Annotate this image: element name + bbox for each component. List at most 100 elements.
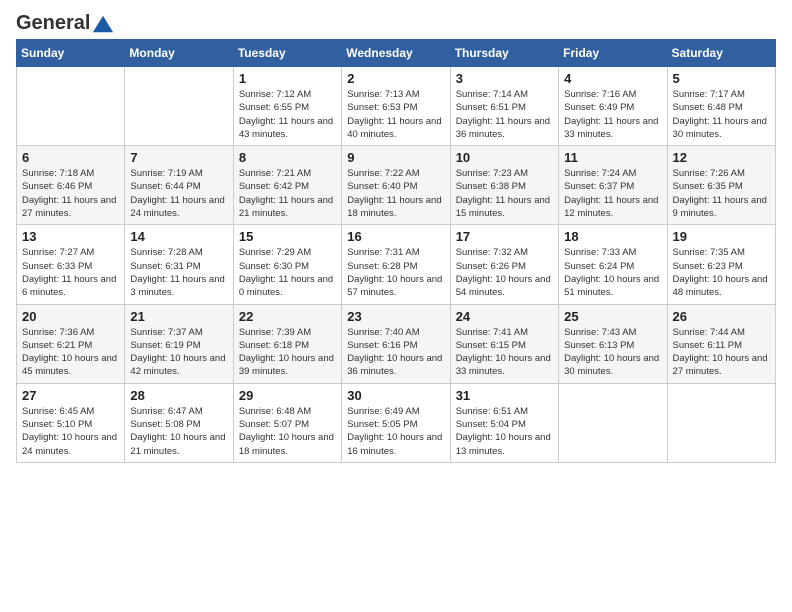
calendar-cell: 7 Sunrise: 7:19 AMSunset: 6:44 PMDaylight… [125,146,233,225]
day-number: 30 [347,388,444,403]
day-info: Sunrise: 7:17 AMSunset: 6:48 PMDaylight:… [673,88,770,141]
day-number: 24 [456,309,553,324]
day-info: Sunrise: 7:28 AMSunset: 6:31 PMDaylight:… [130,246,227,299]
day-number: 23 [347,309,444,324]
day-info: Sunrise: 6:47 AMSunset: 5:08 PMDaylight:… [130,405,227,458]
calendar-cell [559,383,667,462]
day-info: Sunrise: 7:44 AMSunset: 6:11 PMDaylight:… [673,326,770,379]
week-row-3: 13 Sunrise: 7:27 AMSunset: 6:33 PMDayligh… [17,225,776,304]
day-number: 29 [239,388,336,403]
day-number: 4 [564,71,661,86]
day-info: Sunrise: 7:14 AMSunset: 6:51 PMDaylight:… [456,88,553,141]
calendar: SundayMondayTuesdayWednesdayThursdayFrid… [16,39,776,463]
day-info: Sunrise: 7:22 AMSunset: 6:40 PMDaylight:… [347,167,444,220]
day-number: 10 [456,150,553,165]
calendar-cell: 29 Sunrise: 6:48 AMSunset: 5:07 PMDayligh… [233,383,341,462]
calendar-cell: 6 Sunrise: 7:18 AMSunset: 6:46 PMDaylight… [17,146,125,225]
day-info: Sunrise: 7:24 AMSunset: 6:37 PMDaylight:… [564,167,661,220]
day-info: Sunrise: 7:31 AMSunset: 6:28 PMDaylight:… [347,246,444,299]
weekday-header-row: SundayMondayTuesdayWednesdayThursdayFrid… [17,40,776,67]
day-number: 26 [673,309,770,324]
calendar-cell: 1 Sunrise: 7:12 AMSunset: 6:55 PMDaylight… [233,67,341,146]
day-number: 1 [239,71,336,86]
day-number: 8 [239,150,336,165]
day-number: 6 [22,150,119,165]
week-row-5: 27 Sunrise: 6:45 AMSunset: 5:10 PMDayligh… [17,383,776,462]
calendar-cell: 20 Sunrise: 7:36 AMSunset: 6:21 PMDayligh… [17,304,125,383]
day-number: 7 [130,150,227,165]
day-number: 17 [456,229,553,244]
day-info: Sunrise: 7:12 AMSunset: 6:55 PMDaylight:… [239,88,336,141]
calendar-cell [125,67,233,146]
calendar-cell: 9 Sunrise: 7:22 AMSunset: 6:40 PMDaylight… [342,146,450,225]
calendar-cell: 10 Sunrise: 7:23 AMSunset: 6:38 PMDayligh… [450,146,558,225]
day-number: 28 [130,388,227,403]
calendar-cell: 4 Sunrise: 7:16 AMSunset: 6:49 PMDaylight… [559,67,667,146]
day-number: 14 [130,229,227,244]
weekday-header-wednesday: Wednesday [342,40,450,67]
day-number: 31 [456,388,553,403]
day-info: Sunrise: 7:26 AMSunset: 6:35 PMDaylight:… [673,167,770,220]
calendar-cell: 16 Sunrise: 7:31 AMSunset: 6:28 PMDayligh… [342,225,450,304]
day-info: Sunrise: 6:48 AMSunset: 5:07 PMDaylight:… [239,405,336,458]
logo-general-text: General [16,12,90,35]
logo-triangle [92,13,114,35]
day-number: 2 [347,71,444,86]
day-number: 13 [22,229,119,244]
calendar-cell: 26 Sunrise: 7:44 AMSunset: 6:11 PMDayligh… [667,304,775,383]
weekday-header-thursday: Thursday [450,40,558,67]
week-row-1: 1 Sunrise: 7:12 AMSunset: 6:55 PMDaylight… [17,67,776,146]
calendar-cell: 13 Sunrise: 7:27 AMSunset: 6:33 PMDayligh… [17,225,125,304]
day-number: 12 [673,150,770,165]
calendar-cell: 15 Sunrise: 7:29 AMSunset: 6:30 PMDayligh… [233,225,341,304]
day-info: Sunrise: 7:40 AMSunset: 6:16 PMDaylight:… [347,326,444,379]
calendar-cell [17,67,125,146]
calendar-cell [667,383,775,462]
day-info: Sunrise: 7:16 AMSunset: 6:49 PMDaylight:… [564,88,661,141]
calendar-cell: 12 Sunrise: 7:26 AMSunset: 6:35 PMDayligh… [667,146,775,225]
calendar-cell: 22 Sunrise: 7:39 AMSunset: 6:18 PMDayligh… [233,304,341,383]
day-info: Sunrise: 7:19 AMSunset: 6:44 PMDaylight:… [130,167,227,220]
calendar-cell: 14 Sunrise: 7:28 AMSunset: 6:31 PMDayligh… [125,225,233,304]
calendar-cell: 19 Sunrise: 7:35 AMSunset: 6:23 PMDayligh… [667,225,775,304]
day-info: Sunrise: 6:45 AMSunset: 5:10 PMDaylight:… [22,405,119,458]
calendar-cell: 2 Sunrise: 7:13 AMSunset: 6:53 PMDaylight… [342,67,450,146]
day-info: Sunrise: 7:37 AMSunset: 6:19 PMDaylight:… [130,326,227,379]
calendar-cell: 31Sunrise: 6:51 AMSunset: 5:04 PMDayligh… [450,383,558,462]
day-number: 16 [347,229,444,244]
day-info: Sunrise: 7:29 AMSunset: 6:30 PMDaylight:… [239,246,336,299]
day-info: Sunrise: 7:39 AMSunset: 6:18 PMDaylight:… [239,326,336,379]
day-number: 11 [564,150,661,165]
calendar-cell: 30 Sunrise: 6:49 AMSunset: 5:05 PMDayligh… [342,383,450,462]
day-info: Sunrise: 7:13 AMSunset: 6:53 PMDaylight:… [347,88,444,141]
day-number: 9 [347,150,444,165]
day-number: 22 [239,309,336,324]
day-info: Sunrise: 7:21 AMSunset: 6:42 PMDaylight:… [239,167,336,220]
calendar-cell: 11 Sunrise: 7:24 AMSunset: 6:37 PMDayligh… [559,146,667,225]
day-info: Sunrise: 7:18 AMSunset: 6:46 PMDaylight:… [22,167,119,220]
day-number: 15 [239,229,336,244]
day-info: Sunrise: 7:23 AMSunset: 6:38 PMDaylight:… [456,167,553,220]
day-info: Sunrise: 7:33 AMSunset: 6:24 PMDaylight:… [564,246,661,299]
calendar-cell: 5Sunrise: 7:17 AMSunset: 6:48 PMDaylight… [667,67,775,146]
day-number: 21 [130,309,227,324]
day-info: Sunrise: 7:27 AMSunset: 6:33 PMDaylight:… [22,246,119,299]
day-number: 3 [456,71,553,86]
week-row-2: 6 Sunrise: 7:18 AMSunset: 6:46 PMDaylight… [17,146,776,225]
day-info: Sunrise: 7:35 AMSunset: 6:23 PMDaylight:… [673,246,770,299]
weekday-header-monday: Monday [125,40,233,67]
page-header: General [16,16,776,31]
day-number: 20 [22,309,119,324]
weekday-header-saturday: Saturday [667,40,775,67]
weekday-header-tuesday: Tuesday [233,40,341,67]
calendar-cell: 18Sunrise: 7:33 AMSunset: 6:24 PMDayligh… [559,225,667,304]
day-info: Sunrise: 7:36 AMSunset: 6:21 PMDaylight:… [22,326,119,379]
calendar-cell: 17Sunrise: 7:32 AMSunset: 6:26 PMDayligh… [450,225,558,304]
calendar-cell: 25Sunrise: 7:43 AMSunset: 6:13 PMDayligh… [559,304,667,383]
day-number: 25 [564,309,661,324]
day-number: 19 [673,229,770,244]
logo: General [16,20,116,31]
week-row-4: 20 Sunrise: 7:36 AMSunset: 6:21 PMDayligh… [17,304,776,383]
day-info: Sunrise: 6:49 AMSunset: 5:05 PMDaylight:… [347,405,444,458]
day-number: 27 [22,388,119,403]
